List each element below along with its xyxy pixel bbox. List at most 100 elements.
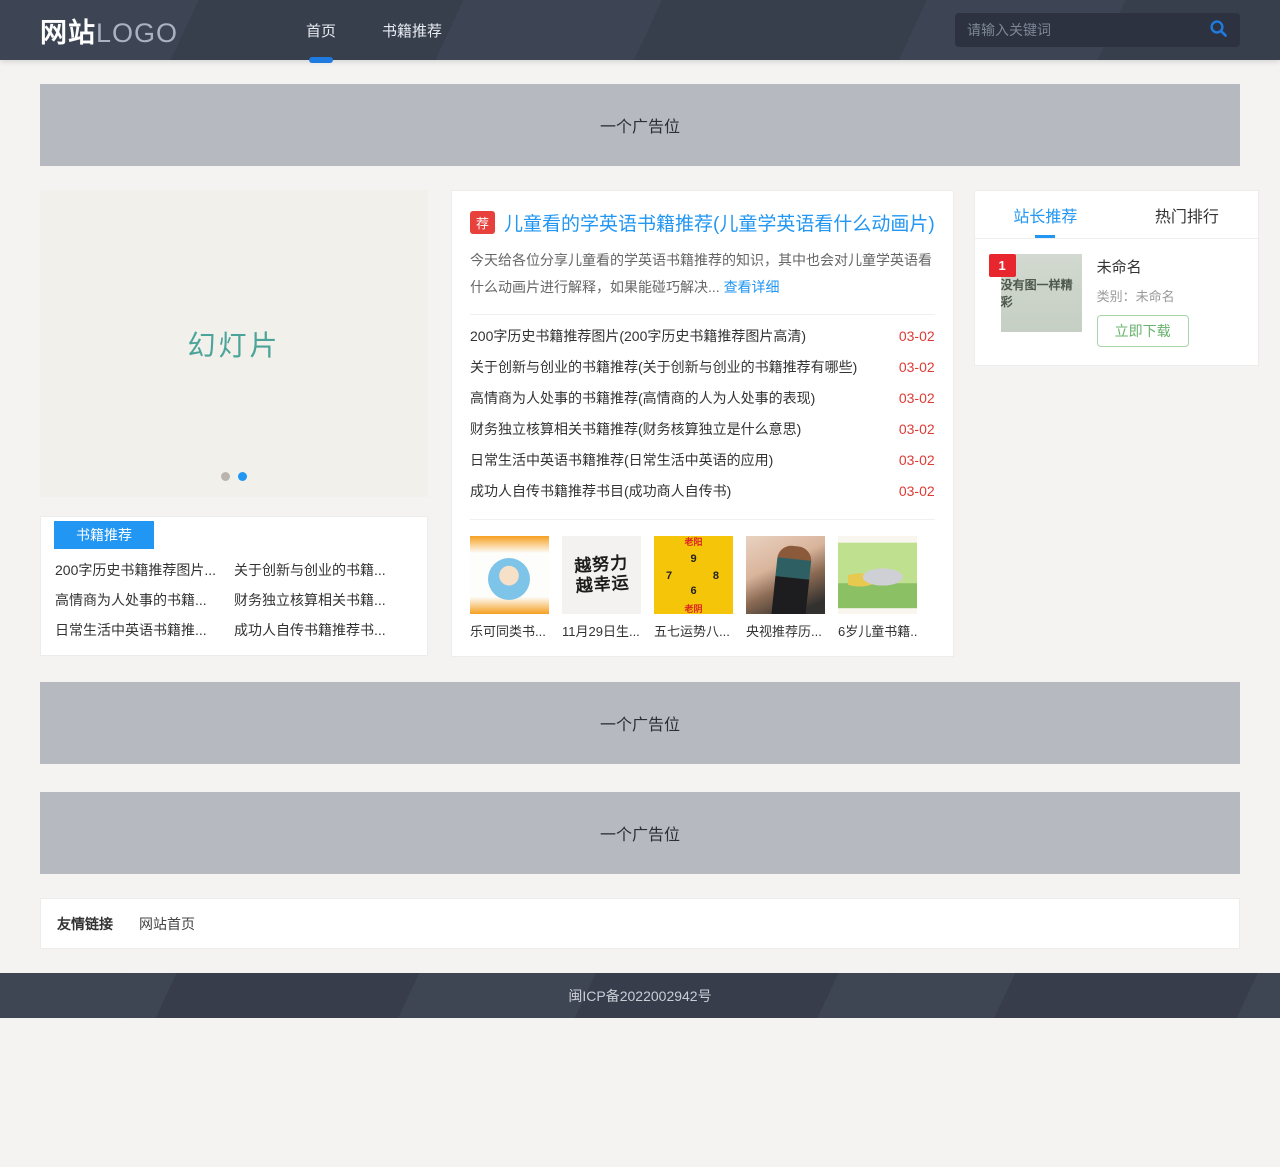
book-links-card-title[interactable]: 书籍推荐: [54, 521, 154, 549]
book-link[interactable]: 日常生活中英语书籍推...: [55, 615, 234, 645]
thumbnail-image: 老阳 9 7 8 6 老阴: [654, 536, 733, 614]
thumbnail-image: [838, 536, 917, 614]
featured-article-title[interactable]: 儿童看的学英语书籍推荐(儿童学英语看什么动画片): [504, 209, 935, 236]
article-title[interactable]: 财务独立核算相关书籍推荐(财务核算独立是什么意思): [470, 419, 887, 439]
thumbnail-caption: 11月29日生...: [562, 621, 641, 640]
bagua-number: 7: [666, 570, 672, 582]
ad-banner-middle: 一个广告位: [40, 682, 1240, 764]
friend-links-bar: 友情链接 网站首页: [40, 898, 1240, 949]
article-date: 03-02: [899, 421, 935, 437]
slider-dot-2-active[interactable]: [238, 472, 247, 481]
bagua-number: 6: [690, 585, 696, 597]
article-row[interactable]: 关于创新与创业的书籍推荐(关于创新与创业的书籍推荐有哪些) 03-02: [470, 351, 935, 382]
article-row[interactable]: 财务独立核算相关书籍推荐(财务核算独立是什么意思) 03-02: [470, 413, 935, 444]
thumbnail-image: 越努力 越幸运: [562, 536, 641, 614]
book-link[interactable]: 200字历史书籍推荐图片...: [55, 555, 234, 585]
book-link[interactable]: 成功人自传书籍推荐书...: [234, 615, 413, 645]
article-row[interactable]: 成功人自传书籍推荐书目(成功商人自传书) 03-02: [470, 475, 935, 506]
article-title[interactable]: 高情商为人处事的书籍推荐(高情商的人为人处事的表现): [470, 388, 887, 408]
recommend-badge: 荐: [470, 211, 495, 234]
sidebar-thumb-wrap: 没有图一样精彩 1: [1001, 254, 1082, 347]
thumbnail-image: [470, 536, 549, 614]
bagua-number: 8: [713, 570, 719, 582]
thumbnail-item[interactable]: 央视推荐历...: [746, 536, 825, 640]
thumbnail-caption: 乐可同类书...: [470, 621, 549, 640]
page: 网站LOGO 首页 书籍推荐: [0, 0, 1280, 1167]
article-date: 03-02: [899, 359, 935, 375]
tab-webmaster-recommend[interactable]: 站长推荐: [975, 191, 1117, 238]
thumbnail-row: 乐可同类书... 越努力 越幸运 11月29日生... 老: [470, 536, 935, 640]
thumbnail-item[interactable]: 老阳 9 7 8 6 老阴 五七运势八...: [654, 536, 733, 640]
article-row[interactable]: 200字历史书籍推荐图片(200字历史书籍推荐图片高清) 03-02: [470, 320, 935, 351]
thumbnail-image: [746, 536, 825, 614]
sidebar-item-info: 未命名 类别：未命名 立即下载: [1097, 254, 1189, 347]
ad-banner-text: 一个广告位: [600, 711, 680, 735]
search-box: [955, 13, 1240, 47]
download-button[interactable]: 立即下载: [1097, 315, 1189, 347]
book-link[interactable]: 高情商为人处事的书籍...: [55, 585, 234, 615]
sidebar-recommend-item: 没有图一样精彩 1 未命名 类别：未命名 立即下载: [975, 239, 1258, 365]
friend-link-home[interactable]: 网站首页: [139, 914, 195, 934]
read-more-link[interactable]: 查看详细: [724, 279, 780, 295]
divider: [470, 314, 935, 315]
thumbnail-item[interactable]: 乐可同类书...: [470, 536, 549, 640]
logo-primary: 网站: [40, 18, 96, 48]
article-date: 03-02: [899, 483, 935, 499]
slideshow-placeholder-text: 幻灯片: [187, 324, 280, 364]
tab-hot-ranking[interactable]: 热门排行: [1116, 191, 1258, 238]
article-row[interactable]: 高情商为人处事的书籍推荐(高情商的人为人处事的表现) 03-02: [470, 382, 935, 413]
slider-dot-1[interactable]: [221, 472, 230, 481]
slideshow[interactable]: 幻灯片: [40, 190, 428, 497]
rank-badge: 1: [989, 254, 1016, 277]
book-links-grid: 200字历史书籍推荐图片... 关于创新与创业的书籍... 高情商为人处事的书籍…: [41, 549, 427, 645]
nav-item-home[interactable]: 首页: [290, 0, 352, 60]
nav-item-books[interactable]: 书籍推荐: [366, 0, 458, 60]
featured-article-header: 荐 儿童看的学英语书籍推荐(儿童学英语看什么动画片): [470, 209, 935, 236]
main-content: 幻灯片 书籍推荐 200字历史书籍推荐图片... 关于创新与创业的书籍... 高…: [40, 190, 1240, 657]
article-panel: 荐 儿童看的学英语书籍推荐(儿童学英语看什么动画片) 今天给各位分享儿童看的学英…: [451, 190, 954, 657]
slider-dots: [40, 472, 428, 481]
footer: 闽ICP备2022002942号: [0, 973, 1280, 1018]
ad-banner-text: 一个广告位: [600, 113, 680, 137]
sidebar-panel: 站长推荐 热门排行 没有图一样精彩 1 未命名 类别：未命名 立即下载: [974, 190, 1259, 366]
article-date: 03-02: [899, 390, 935, 406]
logo-secondary: LOGO: [96, 18, 178, 48]
left-column: 幻灯片 书籍推荐 200字历史书籍推荐图片... 关于创新与创业的书籍... 高…: [40, 190, 428, 656]
ad-banner-top: 一个广告位: [40, 84, 1240, 166]
article-title[interactable]: 关于创新与创业的书籍推荐(关于创新与创业的书籍推荐有哪些): [470, 357, 887, 377]
search-input[interactable]: [955, 13, 1196, 47]
featured-article-excerpt: 今天给各位分享儿童看的学英语书籍推荐的知识，其中也会对儿童学英语看什么动画片进行…: [470, 247, 935, 301]
thumbnail-caption: 央视推荐历...: [746, 621, 825, 640]
article-title[interactable]: 日常生活中英语书籍推荐(日常生活中英语的应用): [470, 450, 887, 470]
thumbnail-caption: 五七运势八...: [654, 621, 733, 640]
article-date: 03-02: [899, 328, 935, 344]
main-nav: 首页 书籍推荐: [290, 0, 472, 60]
magnifier-icon: [1209, 19, 1228, 41]
article-list: 200字历史书籍推荐图片(200字历史书籍推荐图片高清) 03-02 关于创新与…: [470, 320, 935, 506]
book-link[interactable]: 关于创新与创业的书籍...: [234, 555, 413, 585]
thumbnail-item[interactable]: 越努力 越幸运 11月29日生...: [562, 536, 641, 640]
article-row[interactable]: 日常生活中英语书籍推荐(日常生活中英语的应用) 03-02: [470, 444, 935, 475]
sidebar-item-title[interactable]: 未命名: [1097, 256, 1189, 277]
friend-links-label: 友情链接: [57, 914, 113, 934]
icp-number: 闽ICP备2022002942号: [568, 986, 711, 1006]
header: 网站LOGO 首页 书籍推荐: [0, 0, 1280, 60]
ad-banner-text: 一个广告位: [600, 821, 680, 845]
article-title[interactable]: 成功人自传书籍推荐书目(成功商人自传书): [470, 481, 887, 501]
sidebar-tabs: 站长推荐 热门排行: [975, 191, 1258, 239]
article-date: 03-02: [899, 452, 935, 468]
bagua-label-top: 老阳: [684, 540, 702, 544]
search-button[interactable]: [1196, 13, 1240, 47]
excerpt-text: 今天给各位分享儿童看的学英语书籍推荐的知识，其中也会对儿童学英语看什么动画片进行…: [470, 252, 932, 295]
thumbnail-item[interactable]: 6岁儿童书籍...: [838, 536, 917, 640]
article-title[interactable]: 200字历史书籍推荐图片(200字历史书籍推荐图片高清): [470, 326, 887, 346]
book-links-card: 书籍推荐 200字历史书籍推荐图片... 关于创新与创业的书籍... 高情商为人…: [40, 516, 428, 656]
thumbnail-caption: 6岁儿童书籍...: [838, 621, 917, 640]
sidebar-item-category: 类别：未命名: [1097, 286, 1189, 305]
ad-banner-bottom: 一个广告位: [40, 792, 1240, 874]
bagua-label-bottom: 老阴: [684, 607, 702, 611]
calligraphy-text: 越努力 越幸运: [573, 553, 630, 597]
site-logo[interactable]: 网站LOGO: [40, 11, 178, 50]
divider: [470, 519, 935, 520]
book-link[interactable]: 财务独立核算相关书籍...: [234, 585, 413, 615]
